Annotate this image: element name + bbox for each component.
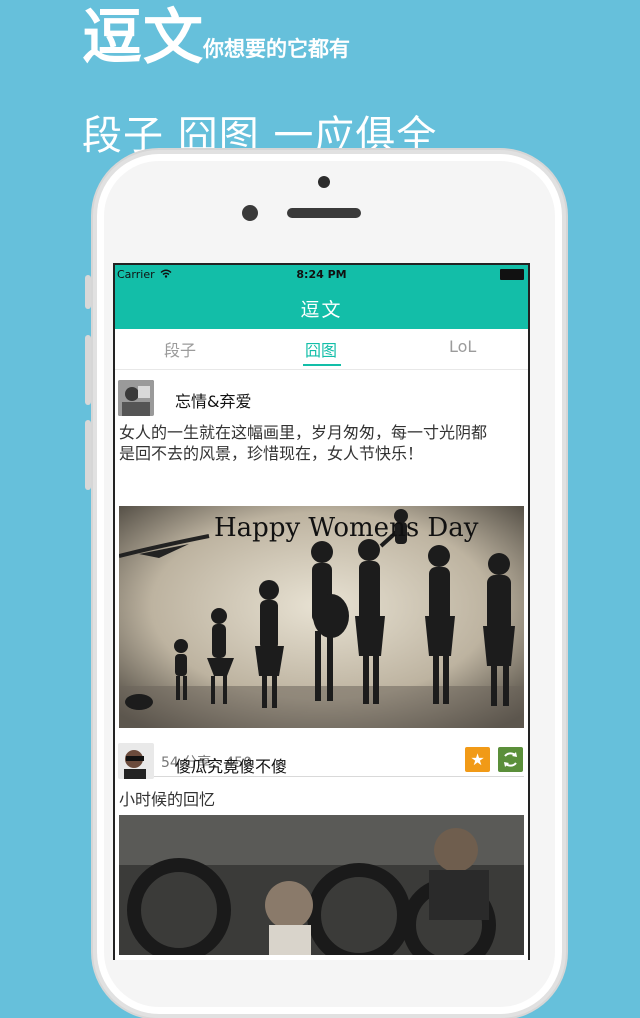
post-username[interactable]: 忘情&弃爱: [175, 388, 251, 412]
avatar[interactable]: [118, 743, 154, 779]
post-username[interactable]: 傻瓜究竟傻不傻: [175, 753, 287, 777]
post-image[interactable]: Happy Womens Day: [119, 506, 524, 728]
childhood-photo: [119, 815, 524, 955]
battery-icon: [500, 269, 524, 280]
clock: 8:24 PM: [296, 268, 347, 281]
post-text-line: 是回不去的风景，珍惜现在，女人节快乐！: [119, 444, 424, 463]
front-camera-icon: [318, 176, 330, 188]
sensor-icon: [242, 205, 258, 221]
tab-indicator: [303, 364, 341, 366]
image-caption: Happy Womens Day: [214, 513, 479, 543]
page-title: 逗文: [300, 299, 343, 321]
post-text: 小时候的回忆: [119, 790, 216, 809]
tab-bar: 段子 囧图 LoL: [115, 329, 528, 370]
status-bar: Carrier 8:24 PM: [115, 265, 528, 283]
app-screen: Carrier 8:24 PM 逗文 段子 囧图 LoL 忘情&弃爱 女人的一生…: [113, 263, 530, 960]
post-image[interactable]: [119, 815, 524, 955]
tab-lol[interactable]: LoL: [449, 337, 476, 356]
post-text: 女人的一生就在这幅画里，岁月匆匆，每一寸光阴都 是回不去的风景，珍惜现在，女人节…: [119, 422, 487, 464]
womens-day-illustration: Happy Womens Day: [119, 506, 524, 728]
volume-up-button: [85, 335, 91, 405]
post-text-line: 女人的一生就在这幅画里，岁月匆匆，每一寸光阴都: [119, 423, 488, 442]
tab-funny-pics[interactable]: 囧图: [305, 337, 337, 361]
promo-subtitle: 你想要的它都有: [203, 37, 350, 61]
mute-switch: [85, 275, 91, 309]
tab-jokes[interactable]: 段子: [164, 337, 196, 361]
volume-down-button: [85, 420, 91, 490]
navigation-bar: Carrier 8:24 PM 逗文: [115, 265, 528, 329]
avatar[interactable]: [118, 380, 154, 416]
speaker-grille: [287, 208, 361, 218]
promo-title: 逗文: [82, 3, 204, 73]
post-card: 傻瓜究竟傻不傻 小时候的回忆: [115, 739, 528, 960]
post-card: 忘情&弃爱 女人的一生就在这幅画里，岁月匆匆，每一寸光阴都 是回不去的风景，珍惜…: [115, 370, 528, 777]
